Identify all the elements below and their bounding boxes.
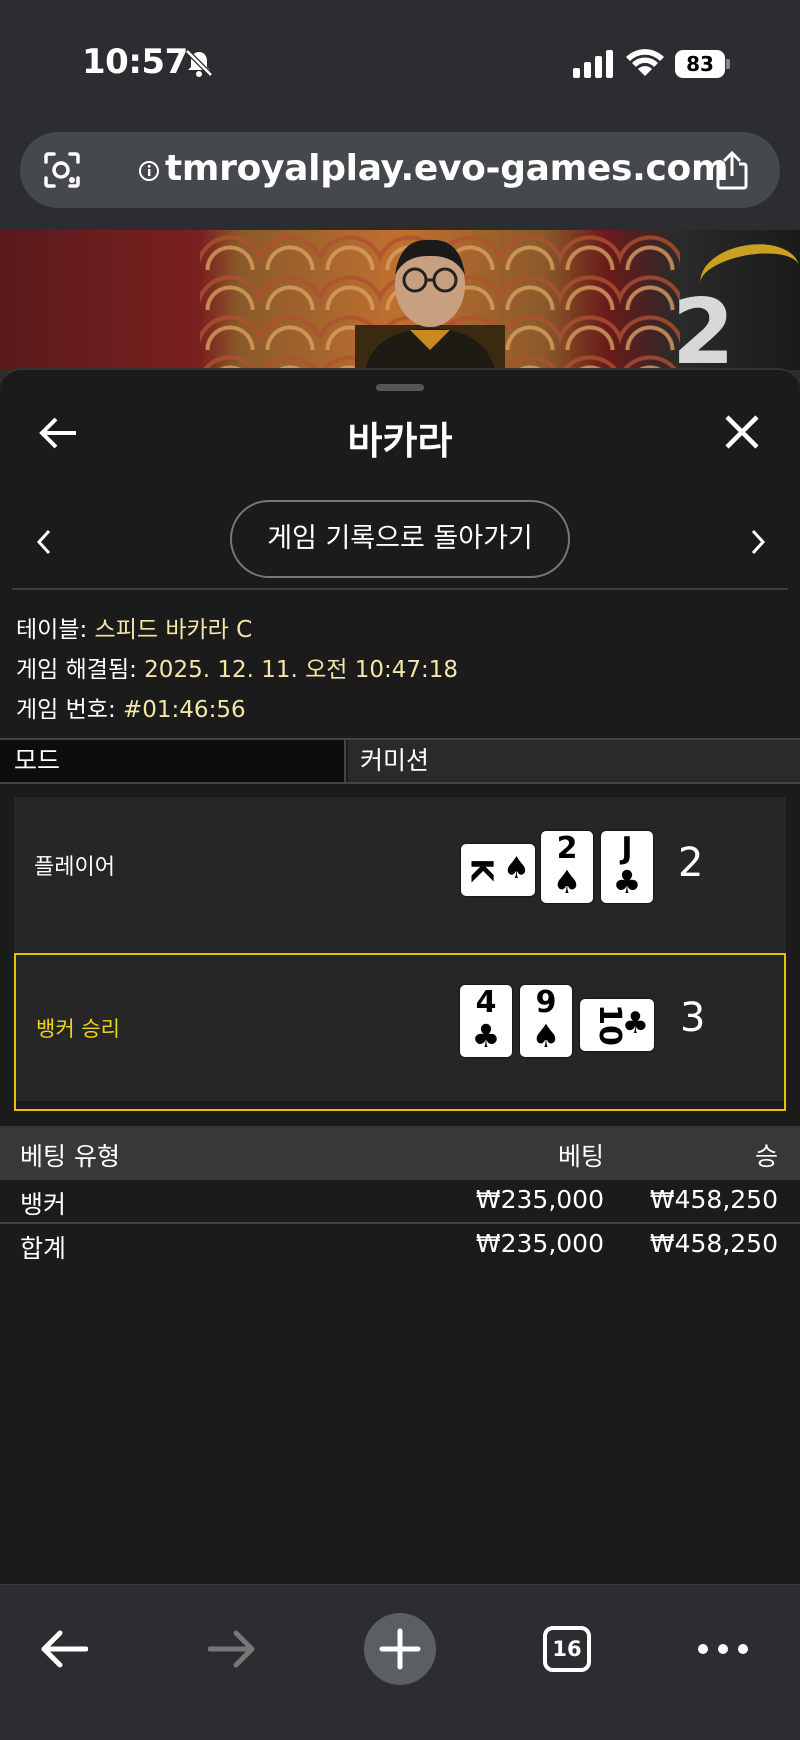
total-row: 합계 ₩235,000 ₩458,250 [0,1224,800,1268]
bets-table: 베팅 유형 베팅 승 뱅커 ₩235,000 ₩458,250 합계 ₩235,… [0,1126,800,1268]
banker-card-1: 4 ♣ [460,985,512,1057]
plus-icon [379,1628,421,1670]
table-info: 테이블: 스피드 바카라 C [16,610,252,644]
status-time: 10:57 [82,42,188,82]
chevron-right-icon[interactable] [748,527,768,557]
card-rank: 9 [535,985,557,1020]
banker-label: 뱅커 승리 [36,1017,120,1041]
video-logo: 2 [672,280,735,370]
battery-level: 83 [686,52,714,76]
tab-switcher-button[interactable]: 16 [543,1626,591,1672]
player-card-1: K ♠ [461,844,535,896]
share-icon[interactable] [712,150,752,192]
game-detail-panel: 바카라 게임 기록으로 돌아가기 테이블: 스피드 바카라 C 게임 해결됨: … [0,368,800,1588]
cellular-signal-icon [573,50,613,78]
resolved-value: 2025. 12. 11. 오전 10:47:18 [144,657,459,683]
card-rank: J [621,831,633,866]
banker-card-3: 10 ♣ [580,999,654,1051]
bet-type: 뱅커 [20,1190,67,1219]
header-bet: 베팅 [557,1142,604,1171]
game-number-label: 게임 번호: [16,697,124,723]
banker-hand: 뱅커 승리 4 ♣ 9 ♠ 10 ♣ 3 [14,953,786,1111]
panel-title: 바카라 [347,419,453,463]
bet-amount: ₩235,000 [475,1185,604,1214]
player-card-3: J ♣ [601,831,653,903]
divider [12,588,788,590]
url-text[interactable]: tmroyalplay.evo-games.com [165,148,728,189]
chevron-left-icon[interactable] [34,527,54,557]
live-video-strip: 2 [0,230,800,370]
site-info-icon[interactable] [138,160,160,182]
browser-back-icon[interactable] [40,1629,88,1669]
game-number-value: #01:46:56 [123,697,246,723]
mode-row: 모드 커미션 [0,738,800,784]
header-win: 승 [754,1142,778,1171]
bell-muted-icon [185,49,213,77]
card-rank: 2 [556,831,578,866]
browser-forward-icon[interactable] [208,1629,256,1669]
total-bet: ₩235,000 [475,1229,604,1258]
card-suit: ♣ [612,863,642,901]
card-suit: ♣ [622,1006,649,1041]
wifi-icon [626,49,664,76]
dealer-video [355,239,505,370]
browser-toolbar: 16 [0,1584,800,1740]
player-card-2: 2 ♠ [541,831,593,903]
player-label: 플레이어 [34,855,115,880]
mode-value: 커미션 [348,740,800,782]
card-suit: ♠ [552,863,582,901]
lens-camera-icon[interactable] [42,150,82,190]
status-bar: 10:57 83 [0,0,800,125]
banker-score: 3 [680,995,706,1041]
table-value: 스피드 바카라 C [94,617,253,643]
header-bet-type: 베팅 유형 [20,1142,120,1171]
sheet-grabber[interactable] [376,384,424,391]
card-suit: ♠ [503,851,530,886]
close-icon[interactable] [724,414,760,450]
more-icon[interactable] [696,1637,750,1661]
player-score: 2 [678,840,704,886]
table-label: 테이블: [16,617,95,643]
battery-icon: 83 [675,50,730,78]
card-rank: 10 [591,1004,627,1046]
new-tab-button[interactable] [364,1613,436,1685]
back-to-history-button[interactable]: 게임 기록으로 돌아가기 [230,500,570,578]
resolved-info: 게임 해결됨: 2025. 12. 11. 오전 10:47:18 [16,650,458,684]
card-rank: K [463,858,499,882]
card-rank: 4 [475,985,497,1020]
round-result: 플레이어 K ♠ 2 ♠ J ♣ 2 뱅커 승리 4 ♣ 9 ♠ 10 ♣ 3 [14,797,786,1111]
resolved-label: 게임 해결됨: [16,657,145,683]
mode-label: 모드 [0,740,346,782]
total-label: 합계 [20,1234,67,1263]
bets-header: 베팅 유형 베팅 승 [0,1126,800,1180]
win-amount: ₩458,250 [649,1185,778,1214]
card-suit: ♣ [471,1017,501,1055]
card-suit: ♠ [531,1017,561,1055]
url-bar[interactable]: tmroyalplay.evo-games.com [20,132,780,208]
player-hand: 플레이어 K ♠ 2 ♠ J ♣ 2 [14,797,786,947]
total-win: ₩458,250 [649,1229,778,1258]
banker-card-2: 9 ♠ [520,985,572,1057]
table-row: 뱅커 ₩235,000 ₩458,250 [0,1180,800,1224]
game-number-info: 게임 번호: #01:46:56 [16,690,246,724]
